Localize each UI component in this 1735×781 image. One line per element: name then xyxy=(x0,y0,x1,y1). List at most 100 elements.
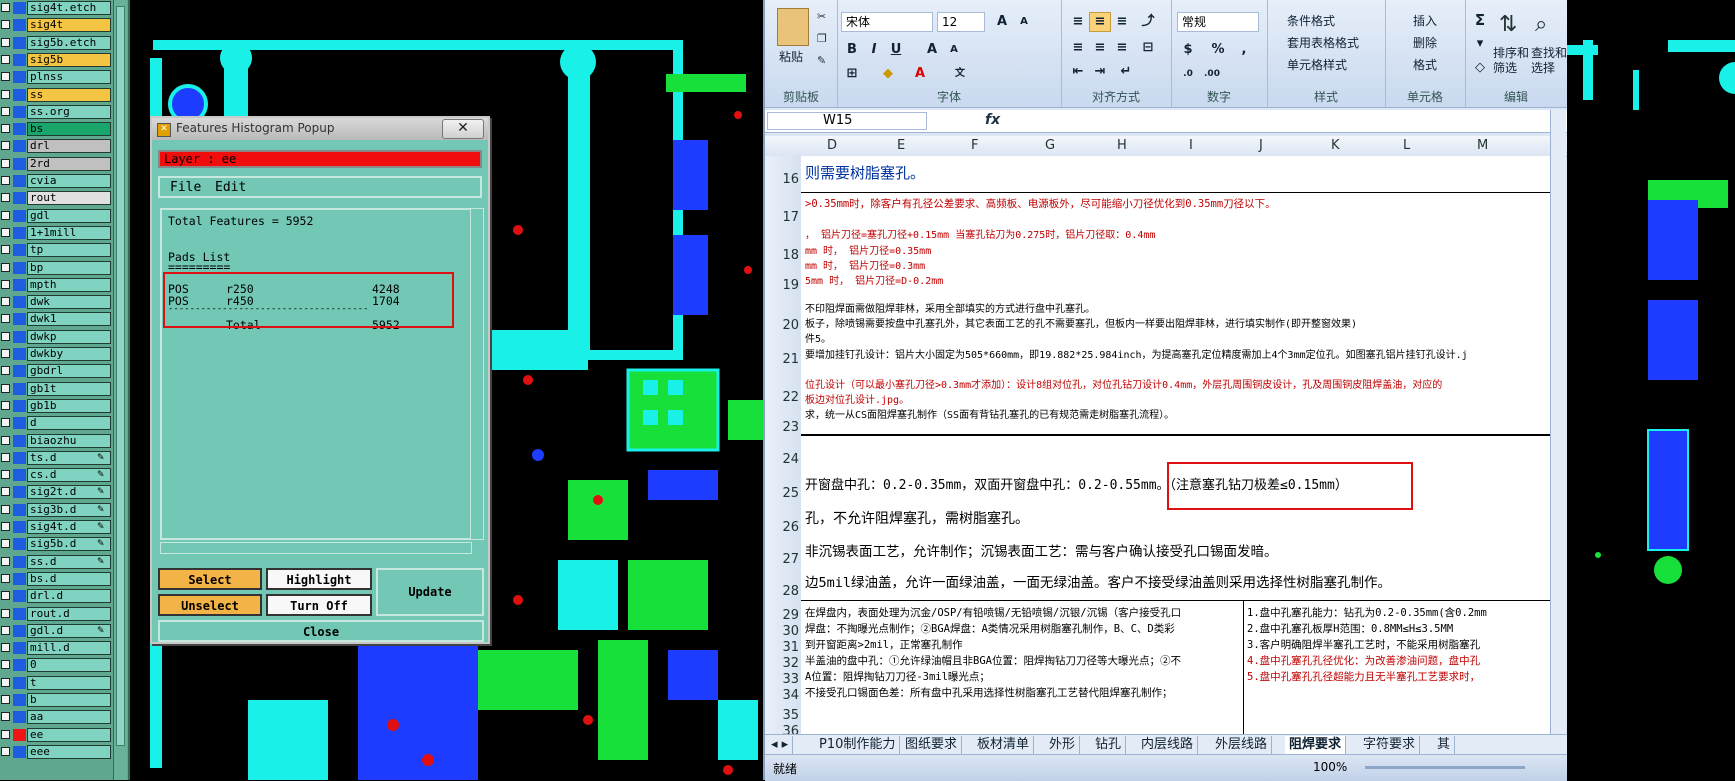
layer-visibility-checkbox[interactable] xyxy=(1,20,10,30)
layer-row[interactable]: ee xyxy=(0,727,128,742)
list-horizontal-scrollbar[interactable] xyxy=(160,542,472,554)
layer-name[interactable]: sig5b.etch xyxy=(27,35,111,50)
layer-color-swatch[interactable] xyxy=(13,486,26,499)
cell-r17[interactable]: >0.35mm时，除客户有孔径公差要求、高频板、电源板外，尽可能缩小刀径优化到0… xyxy=(805,196,1276,211)
sheet-tab[interactable]: 板材清单 xyxy=(973,736,1035,754)
cell-r19[interactable]: 5mm 时， 铝片刀径=D-0.2mm xyxy=(805,272,943,287)
row-header[interactable]: 22 xyxy=(765,390,799,405)
cell-m29[interactable]: 1.盘中孔塞孔能力：钻孔为0.2-0.35mm(含0.2mm xyxy=(1247,605,1487,620)
cell-r30[interactable]: 焊盘：不掏曝光点制作；②BGA焊盘：A类情况采用树脂塞孔制作，B、C、D类彩 xyxy=(805,621,1175,636)
cell-r26[interactable]: 孔，不允许阻焊塞孔，需树脂塞孔。 xyxy=(805,508,1029,528)
sort-filter-icon[interactable]: ⇅ xyxy=(1499,12,1517,37)
row-header[interactable]: 21 xyxy=(765,352,799,367)
layer-visibility-checkbox[interactable] xyxy=(1,539,10,549)
row-header[interactable]: 27 xyxy=(765,552,799,567)
layer-visibility-checkbox[interactable] xyxy=(1,331,10,341)
bold-icon[interactable]: B xyxy=(841,40,863,60)
menu-file[interactable]: File xyxy=(170,180,201,195)
grow-font-icon-2[interactable]: A xyxy=(921,40,943,60)
layer-row[interactable]: sig4t.d ✎ xyxy=(0,520,128,534)
layer-name[interactable]: bp xyxy=(27,260,111,275)
layer-color-swatch[interactable] xyxy=(13,676,26,689)
layer-name[interactable]: bs xyxy=(27,122,111,137)
currency-icon[interactable]: $ xyxy=(1177,40,1199,60)
row-header[interactable]: 20 xyxy=(765,318,799,333)
cell-r28[interactable]: 边5mil绿油盖，允许一面绿油盖，一面无绿油盖。客户不接受绿油盖则采用选择性树脂… xyxy=(805,571,1391,591)
align-top-icon[interactable]: ≡ xyxy=(1067,12,1089,32)
layer-name[interactable]: gb1b xyxy=(27,398,111,413)
row-header[interactable]: 17 xyxy=(765,210,799,225)
sheet-tab[interactable]: 外层线路 xyxy=(1211,736,1273,754)
cell-r32[interactable]: 半盖油的盘中孔：①允许绿油帽且非BGA位置：阻焊掏钻刀刀径等大曝光点；②不 xyxy=(805,653,1181,668)
layer-visibility-checkbox[interactable] xyxy=(1,643,10,653)
row-header[interactable]: 19 xyxy=(765,278,799,293)
layer-color-swatch[interactable] xyxy=(13,642,26,655)
row-header[interactable]: 34 xyxy=(765,688,799,703)
row-header[interactable]: 24 xyxy=(765,452,799,467)
comma-icon[interactable]: , xyxy=(1233,40,1255,60)
layer-color-swatch[interactable] xyxy=(13,123,26,136)
layer-color-swatch[interactable] xyxy=(13,572,26,585)
column-header[interactable]: M xyxy=(1477,138,1488,153)
layer-visibility-checkbox[interactable] xyxy=(1,435,10,445)
fx-icon[interactable]: fx xyxy=(985,112,1000,128)
row-header[interactable]: 33 xyxy=(765,672,799,687)
conditional-format-button[interactable]: 条件格式 xyxy=(1287,12,1335,29)
row-header[interactable]: 26 xyxy=(765,520,799,535)
layer-visibility-checkbox[interactable] xyxy=(1,349,10,358)
highlight-button[interactable]: Highlight xyxy=(266,568,372,590)
align-middle-icon[interactable]: ≡ xyxy=(1089,12,1111,32)
layer-name[interactable]: sig4t.etch xyxy=(27,1,111,15)
layer-visibility-checkbox[interactable] xyxy=(1,3,10,12)
layer-row[interactable]: cvia xyxy=(0,174,128,188)
popup-titlebar[interactable]: ✕ Features Histogram Popup ✕ xyxy=(152,118,488,140)
sheet-tab[interactable]: 图纸要求 xyxy=(901,736,963,754)
layer-visibility-checkbox[interactable] xyxy=(1,504,10,514)
layer-name[interactable]: mpth xyxy=(27,277,111,292)
layer-visibility-checkbox[interactable] xyxy=(1,608,10,618)
layer-name[interactable]: aa xyxy=(27,710,111,725)
format-button[interactable]: 格式 xyxy=(1413,56,1437,73)
layer-row[interactable]: plnss xyxy=(0,70,128,85)
layer-color-swatch[interactable] xyxy=(13,469,26,482)
layer-color-swatch[interactable] xyxy=(13,607,26,620)
layer-visibility-checkbox[interactable] xyxy=(1,279,10,289)
layer-color-swatch[interactable] xyxy=(13,538,26,551)
copy-icon[interactable]: ❐ xyxy=(817,32,827,45)
cell-r20b[interactable]: 板子，除喷锡需要按盘中孔塞孔外，其它表面工艺的孔不需要塞孔，但板内一样要出阻焊菲… xyxy=(805,315,1357,330)
layer-visibility-checkbox[interactable] xyxy=(1,712,10,722)
update-button[interactable]: Update xyxy=(376,568,484,616)
layer-row[interactable]: tp xyxy=(0,243,128,258)
layer-row[interactable]: drl xyxy=(0,139,128,154)
worksheet-grid[interactable]: 则需要树脂塞孔。 >0.35mm时，除客户有孔径公差要求、高频板、电源板外，尽可… xyxy=(801,156,1550,734)
layer-color-swatch[interactable] xyxy=(13,313,26,326)
layer-row[interactable]: d xyxy=(0,416,128,431)
layer-color-swatch[interactable] xyxy=(13,624,26,637)
layer-color-swatch[interactable] xyxy=(13,296,26,309)
layer-color-swatch[interactable] xyxy=(13,434,26,447)
cell-m30[interactable]: 2.盘中孔塞孔板厚H范围：0.8MM≤H≤3.5MM xyxy=(1247,621,1453,636)
sheet-tab[interactable]: 其 xyxy=(1433,736,1456,754)
layer-name[interactable]: cvia xyxy=(27,174,111,188)
font-name-select[interactable]: 宋体 xyxy=(841,12,933,32)
layer-visibility-checkbox[interactable] xyxy=(1,625,10,635)
layer-visibility-checkbox[interactable] xyxy=(1,262,10,272)
layer-row[interactable]: rout xyxy=(0,191,128,206)
layer-panel-scrollbar[interactable] xyxy=(113,0,127,780)
layer-row[interactable]: gb1b xyxy=(0,398,128,413)
name-box[interactable]: W15 xyxy=(767,112,927,130)
layer-visibility-checkbox[interactable] xyxy=(1,746,10,756)
row-header[interactable]: 32 xyxy=(765,656,799,671)
cell-r31[interactable]: 到开窗距离>2mil，正常塞孔制作 xyxy=(805,637,963,652)
layer-row[interactable]: bp xyxy=(0,260,128,275)
layer-row[interactable]: gdl xyxy=(0,208,128,223)
column-header[interactable]: F xyxy=(971,138,978,153)
align-left-icon[interactable]: ≡ xyxy=(1067,38,1089,58)
layer-visibility-checkbox[interactable] xyxy=(1,297,10,307)
layer-row[interactable]: dwkp xyxy=(0,329,128,344)
paste-label[interactable]: 粘贴 xyxy=(779,48,803,65)
layer-color-swatch[interactable] xyxy=(13,745,26,758)
row-header[interactable]: 16 xyxy=(765,172,799,187)
layer-row[interactable]: bs.d xyxy=(0,571,128,586)
layer-visibility-checkbox[interactable] xyxy=(1,141,10,151)
